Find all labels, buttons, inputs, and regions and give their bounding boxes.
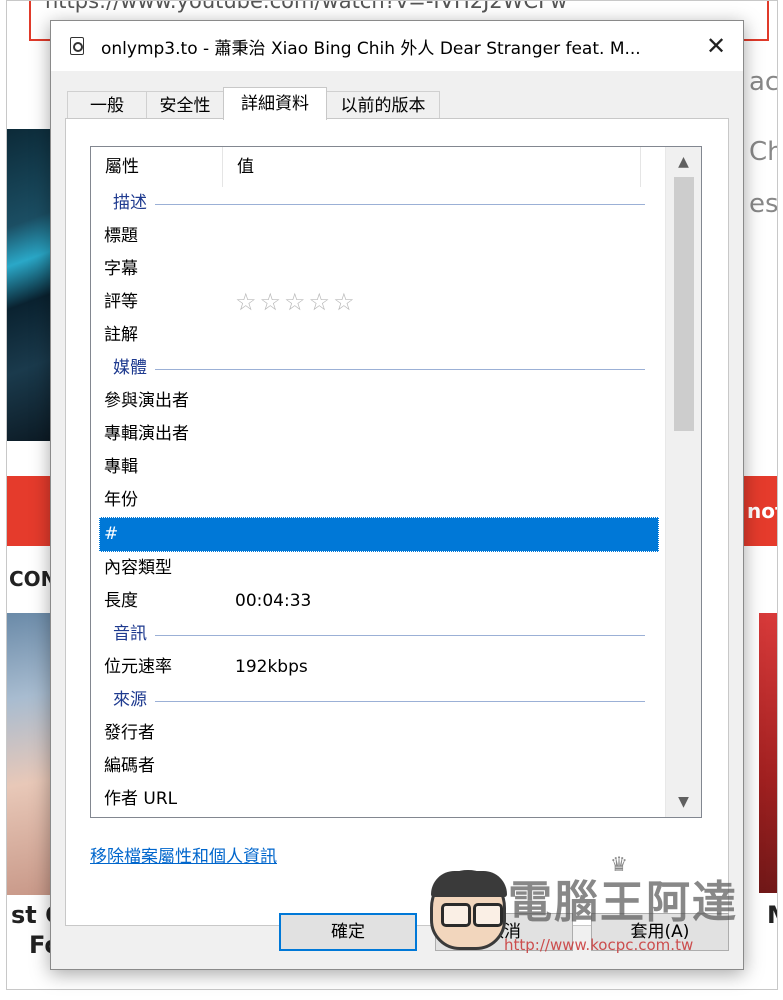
remove-properties-link[interactable]: 移除檔案屬性和個人資訊 bbox=[90, 842, 277, 867]
property-name: 評等 bbox=[104, 292, 138, 312]
property-row-subtitle[interactable]: 字幕 bbox=[91, 253, 665, 286]
details-panel: 屬性 值 描述 標題 字幕 評等 ☆☆☆☆☆ 註解 媒體 參與演出者 專輯演出者… bbox=[65, 118, 729, 926]
property-row-title[interactable]: 標題 bbox=[91, 220, 665, 253]
group-divider bbox=[146, 204, 645, 205]
property-row-track-number[interactable]: # bbox=[99, 517, 659, 552]
property-name: 註解 bbox=[104, 325, 138, 345]
file-properties-dialog: onlymp3.to - 蕭秉治 Xiao Bing Chih 外人 Dear … bbox=[50, 20, 744, 970]
property-row-bit-rate[interactable]: 位元速率 192kbps bbox=[91, 651, 665, 684]
scroll-down-icon[interactable]: ▼ bbox=[666, 787, 701, 817]
tab-security[interactable]: 安全性 bbox=[146, 91, 224, 119]
properties-list[interactable]: 屬性 值 描述 標題 字幕 評等 ☆☆☆☆☆ 註解 媒體 參與演出者 專輯演出者… bbox=[90, 146, 702, 818]
background-text-es: es bbox=[749, 189, 778, 219]
property-name: 作者 URL bbox=[104, 789, 178, 809]
tab-previous-versions[interactable]: 以前的版本 bbox=[326, 91, 440, 119]
property-row-encoded-by[interactable]: 編碼者 bbox=[91, 750, 665, 783]
group-label: 音訊 bbox=[113, 618, 155, 651]
property-row-comments[interactable]: 註解 bbox=[91, 319, 665, 352]
property-row-album[interactable]: 專輯 bbox=[91, 451, 665, 484]
property-name: 專輯 bbox=[104, 457, 138, 477]
property-name: 發行者 bbox=[104, 723, 155, 743]
dialog-title: onlymp3.to - 蕭秉治 Xiao Bing Chih 外人 Dear … bbox=[101, 39, 641, 59]
background-photo-left bbox=[7, 129, 53, 441]
property-name: 年份 bbox=[104, 490, 138, 510]
background-text-ch: Ch bbox=[749, 137, 777, 167]
property-rows: 描述 標題 字幕 評等 ☆☆☆☆☆ 註解 媒體 參與演出者 專輯演出者 專輯 年… bbox=[91, 187, 665, 816]
background-photo-left-2 bbox=[7, 613, 53, 895]
close-button[interactable]: ✕ bbox=[699, 29, 733, 63]
scrollbar-thumb[interactable] bbox=[674, 177, 694, 431]
background-banner-text: not bbox=[747, 499, 777, 523]
dialog-titlebar[interactable]: onlymp3.to - 蕭秉治 Xiao Bing Chih 外人 Dear … bbox=[51, 21, 743, 71]
scroll-up-icon[interactable]: ▲ bbox=[666, 147, 701, 177]
group-header-description: 描述 bbox=[91, 187, 665, 220]
group-divider bbox=[146, 635, 645, 636]
background-photo-right bbox=[759, 613, 777, 893]
tab-details[interactable]: 詳細資料 bbox=[223, 87, 327, 120]
list-header: 屬性 值 bbox=[91, 147, 665, 187]
property-name: 參與演出者 bbox=[104, 391, 189, 411]
group-header-audio: 音訊 bbox=[91, 618, 665, 651]
tab-general[interactable]: 一般 bbox=[67, 91, 147, 119]
property-row-year[interactable]: 年份 bbox=[91, 484, 665, 517]
property-value: 00:04:33 bbox=[235, 591, 312, 611]
property-row-album-artist[interactable]: 專輯演出者 bbox=[91, 418, 665, 451]
property-name: 長度 bbox=[104, 591, 138, 611]
group-divider bbox=[146, 369, 645, 370]
vertical-scrollbar[interactable]: ▲ ▼ bbox=[665, 147, 701, 817]
property-name: 專輯演出者 bbox=[104, 424, 189, 444]
property-row-length[interactable]: 長度 00:04:33 bbox=[91, 585, 665, 618]
property-row-author-url[interactable]: 作者 URL bbox=[91, 783, 665, 816]
property-name: 字幕 bbox=[104, 259, 138, 279]
apply-button[interactable]: 套用(A) bbox=[591, 913, 729, 951]
group-label: 描述 bbox=[113, 187, 155, 220]
property-value: 192kbps bbox=[235, 657, 308, 677]
group-label: 媒體 bbox=[113, 352, 155, 385]
property-name: # bbox=[104, 524, 119, 544]
group-header-media: 媒體 bbox=[91, 352, 665, 385]
background-caption-3: M bbox=[767, 901, 777, 929]
group-header-origin: 來源 bbox=[91, 684, 665, 717]
property-name: 位元速率 bbox=[104, 657, 172, 677]
property-row-genre[interactable]: 內容類型 bbox=[91, 552, 665, 585]
column-header-value[interactable]: 值 bbox=[223, 147, 641, 187]
property-row-contributing-artists[interactable]: 參與演出者 bbox=[91, 385, 665, 418]
property-row-publisher[interactable]: 發行者 bbox=[91, 717, 665, 750]
property-row-rating[interactable]: 評等 ☆☆☆☆☆ bbox=[91, 286, 665, 319]
group-divider bbox=[146, 701, 645, 702]
property-name: 編碼者 bbox=[104, 756, 155, 776]
background-text-acc: acc bbox=[749, 67, 778, 97]
group-label: 來源 bbox=[113, 684, 155, 717]
property-name: 內容類型 bbox=[104, 558, 172, 578]
audio-file-icon bbox=[70, 37, 84, 55]
cancel-button[interactable]: 取消 bbox=[435, 913, 573, 951]
ok-button[interactable]: 確定 bbox=[279, 913, 417, 951]
column-header-property[interactable]: 屬性 bbox=[91, 147, 223, 187]
rating-stars-icon[interactable]: ☆☆☆☆☆ bbox=[235, 286, 358, 319]
background-url: https://www.youtube.com/watch?v=-IVH2J2W… bbox=[45, 0, 568, 13]
property-name: 標題 bbox=[104, 226, 138, 246]
